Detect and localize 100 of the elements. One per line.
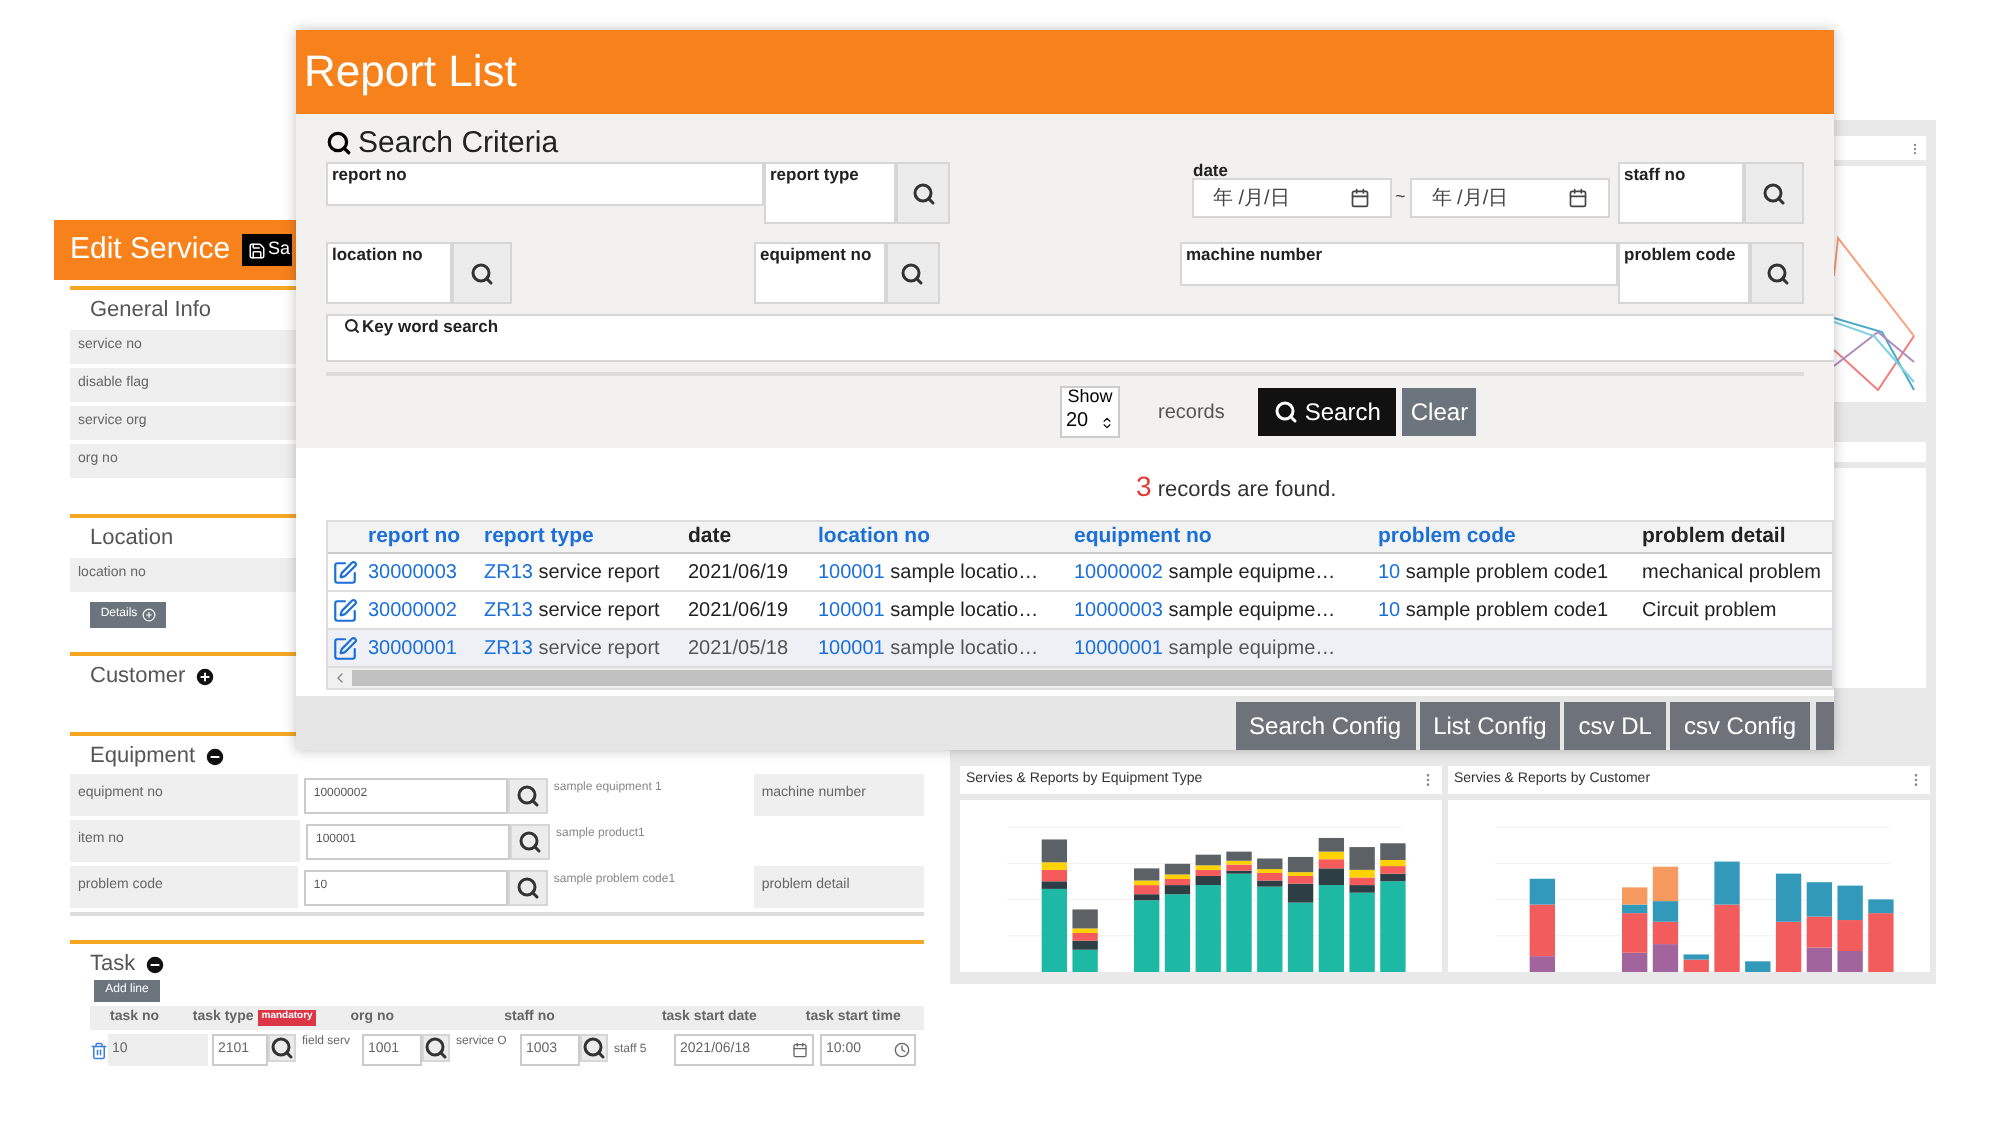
table-cell: 10 sample problem code1 [1378,599,1609,621]
machine-number-field[interactable]: machine number [1180,242,1618,286]
search-button[interactable] [452,242,512,304]
edit-icon[interactable] [332,559,358,585]
stacked-bar [1257,858,1283,972]
table-cell: 2021/06/19 [688,561,789,583]
report-link[interactable]: 30000003 [368,561,457,583]
search-icon [518,829,542,853]
search-icon [326,130,352,156]
table-cell: 10000002 sample equipme… [1074,561,1336,583]
toolbar-button[interactable]: csv DL [1564,702,1666,750]
stacked-bar [1745,961,1771,972]
search-button[interactable] [885,242,940,304]
edit-icon[interactable] [332,597,358,623]
staff-no-field[interactable]: staff no [1618,162,1744,224]
stacked-bar [1226,851,1252,972]
stacked-bar [1318,837,1345,972]
search-icon [515,875,540,899]
search-button[interactable] [422,1034,450,1062]
column-header[interactable]: location no [818,523,930,548]
toolbar-button[interactable]: csv Config [1669,702,1810,750]
stacked-bar [1652,866,1679,972]
records-label: records [1158,399,1225,427]
location-no-field[interactable]: location no [326,242,452,304]
edit-icon[interactable] [332,635,358,661]
section-title: General Info [90,300,212,322]
field-label: date [1191,162,1230,178]
search-icon [270,1036,294,1060]
save-icon [248,241,267,259]
stacked-bar [1287,856,1314,972]
table-cell: ZR13 service report [484,637,660,659]
keyword-search-field[interactable]: Key word search [326,314,1834,362]
search-icon [900,261,925,285]
table-cell: Circuit problem [1642,599,1777,621]
collapse-icon[interactable] [203,746,226,768]
section-title: Task [90,954,136,976]
column-header[interactable]: report type [484,523,594,548]
report-link[interactable]: 30000001 [368,637,457,659]
table-row[interactable]: 30000002 ZR13 service report 2021/06/19 100001 sample locatio… 10000003 sample equipme… 10 sample problem code1 Circuit problem [328,592,1832,630]
search-icon [911,181,935,205]
stacked-bar [1164,863,1191,972]
stacked-bar [1837,885,1863,972]
stacked-bar [1041,839,1067,972]
table-row[interactable]: 30000001 ZR13 service report 2021/05/18 100001 sample locatio… 10000001 sample equipme… [328,630,1832,668]
search-icon [582,1036,606,1060]
delete-icon[interactable] [90,1042,108,1060]
date-field[interactable]: 年 /月/日 [1191,178,1391,218]
report-no-field[interactable]: report no [326,162,764,206]
search-button[interactable] [507,777,548,813]
table-cell: mechanical problem [1642,561,1821,583]
date-field[interactable]: 年 /月/日 [1409,178,1610,218]
search-icon [1762,181,1786,205]
search-button[interactable] [1744,162,1804,224]
table-cell: 2021/05/18 [688,637,789,659]
column-header[interactable]: problem code [1378,523,1516,548]
report-type-field[interactable]: report type [764,162,896,224]
search-button[interactable] [896,162,950,224]
table-cell: 100001 sample locatio… [818,561,1039,583]
toolbar-button[interactable]: List Config [1419,702,1561,750]
search-button[interactable] [507,869,548,905]
window-title: Edit Service [70,229,231,270]
search-button[interactable] [1750,242,1804,304]
calendar-icon [792,1042,808,1058]
column-header: problem detail [1642,523,1786,548]
records-count-select[interactable]: Show 20 [1060,386,1120,438]
scroll-left-icon[interactable] [332,670,348,686]
column-header[interactable]: report no [368,523,461,548]
window-title: Report List [304,50,517,94]
table-cell: ZR13 service report [484,561,660,583]
stacked-bar [1380,843,1406,972]
calendar-icon [1567,188,1588,208]
collapse-icon[interactable] [143,954,166,976]
problem-code-field[interactable]: problem code [1618,242,1750,304]
column-header[interactable]: equipment no [1074,523,1212,548]
search-button[interactable]: Search [1258,388,1397,436]
calendar-icon [1349,188,1369,208]
toolbar-button[interactable]: Search Config [1235,702,1416,750]
search-button[interactable] [268,1034,296,1062]
search-icon [424,1036,448,1060]
stacked-bar [1195,854,1221,972]
clock-icon [894,1042,910,1058]
expand-icon[interactable] [193,666,216,688]
search-button[interactable] [580,1034,608,1062]
search-icon [470,261,494,285]
section-title: Customer [90,666,186,688]
search-icon [1765,261,1789,285]
search-icon [515,783,540,807]
table-cell: 10 sample problem code1 [1378,561,1609,583]
table-cell: 10000003 sample equipme… [1074,599,1336,621]
horizontal-scrollbar[interactable] [328,668,1832,688]
clear-button[interactable]: Clear [1402,388,1477,436]
search-button[interactable] [510,823,550,859]
table-row[interactable]: 30000003 ZR13 service report 2021/06/19 100001 sample locatio… 10000002 sample equipme… 10 sample problem code1 mechanical problem [328,554,1832,592]
stacked-bar [1134,868,1160,972]
report-link[interactable]: 30000002 [368,599,457,621]
stacked-bar [1349,847,1375,972]
save-button[interactable]: Sa [242,234,293,266]
equipment-no-field[interactable]: equipment no [753,242,886,304]
results-count: 3 records are found. [1136,468,1339,506]
spinner-icon [1100,415,1114,429]
